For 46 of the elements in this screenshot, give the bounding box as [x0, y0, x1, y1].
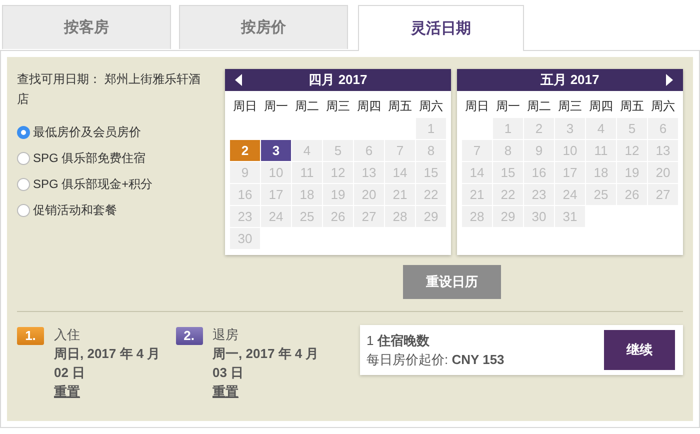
previous-month-button[interactable] — [235, 74, 243, 86]
step-date: 周日, 2017 年 4 月 02 日 — [54, 345, 162, 382]
weekday-label: 周五 — [387, 98, 413, 115]
weekday-label: 周五 — [619, 98, 645, 115]
rate-text: 每日房价起价: CNY 153 — [366, 351, 504, 369]
weekday-label: 周二 — [294, 98, 320, 115]
radio-label: SPG 俱乐部免费住宿 — [33, 150, 146, 166]
tab[interactable]: 按房价 — [179, 5, 348, 49]
step-label: 退房 — [212, 326, 240, 344]
calendar-day[interactable]: 3 — [261, 140, 291, 161]
continue-button[interactable]: 继续 — [604, 330, 675, 370]
weekday-label: 周六 — [650, 98, 676, 115]
radio-button[interactable] — [17, 204, 30, 216]
weekday-label: 周日 — [232, 98, 258, 115]
left-triangle-icon — [235, 74, 243, 86]
radio-button[interactable] — [17, 126, 30, 138]
reset-link[interactable]: 重置 — [212, 382, 239, 401]
weekday-label: 周六 — [418, 98, 444, 115]
radio-label: SPG 俱乐部现金+积分 — [33, 176, 153, 192]
search-label: 查找可用日期： 郑州上街雅乐轩酒店 — [17, 71, 202, 108]
reset-link[interactable]: 重置 — [54, 382, 80, 401]
radio-button[interactable] — [17, 152, 30, 164]
month-title: 四月 2017 — [308, 71, 368, 89]
next-month-button[interactable] — [665, 74, 673, 86]
weekday-label: 周三 — [557, 98, 583, 115]
month-title: 五月 2017 — [540, 71, 600, 89]
weekday-label: 周三 — [325, 98, 351, 115]
tab[interactable]: 灵活日期 — [358, 5, 524, 51]
radio-button[interactable] — [17, 178, 30, 190]
step-date: 周一, 2017 年 4 月 03 日 — [212, 345, 320, 382]
tab[interactable]: 按客房 — [2, 5, 171, 49]
step-badge: 1. — [17, 327, 44, 345]
reset-calendar-button[interactable]: 重设日历 — [403, 265, 501, 299]
weekday-label: 周二 — [526, 98, 552, 115]
calendar-day[interactable]: 2 — [230, 140, 260, 161]
weekday-label: 周日 — [464, 98, 490, 115]
step-label: 入住 — [54, 326, 81, 344]
step-badge: 2. — [176, 327, 203, 345]
right-triangle-icon — [665, 74, 673, 86]
weekday-label: 周一 — [263, 98, 289, 115]
weekday-label: 周四 — [588, 98, 614, 115]
weekday-label: 周一 — [495, 98, 521, 115]
weekday-label: 周四 — [356, 98, 382, 115]
nights-text: 1 住宿晚数 — [366, 332, 430, 350]
radio-label: 促销活动和套餐 — [33, 202, 117, 218]
radio-label: 最低房价及会员房价 — [33, 124, 141, 140]
